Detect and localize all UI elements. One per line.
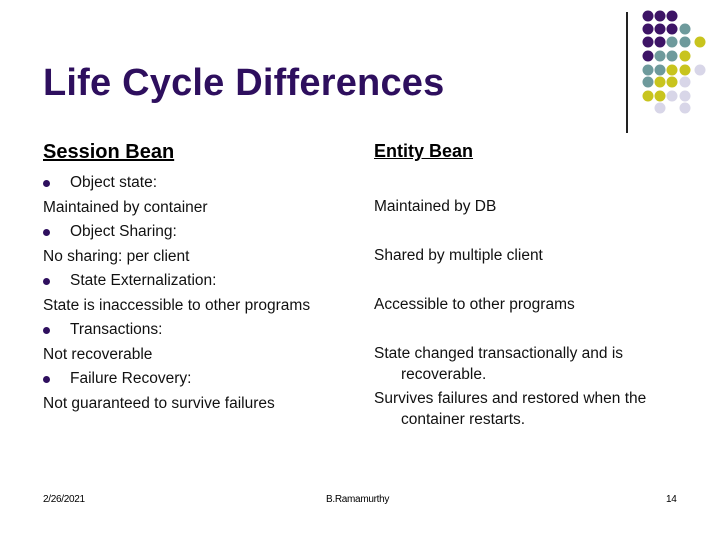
decorative-dot xyxy=(654,90,666,102)
decorative-dot xyxy=(642,36,654,48)
entity-bean-heading: Entity Bean xyxy=(374,141,474,161)
decorative-dot xyxy=(654,23,666,35)
decorative-dot xyxy=(666,23,678,35)
decorative-dot xyxy=(679,64,691,76)
decorative-dot xyxy=(694,36,706,48)
session-item-value: No sharing: per client xyxy=(43,247,190,265)
slide-title: Life Cycle Differences xyxy=(43,62,445,104)
bullet-icon xyxy=(43,180,50,187)
decorative-dot xyxy=(679,76,691,88)
session-bean-list: Object state: Maintained by container Ob… xyxy=(43,171,310,416)
decorative-dot xyxy=(642,50,654,62)
session-item-value: State is inaccessible to other programs xyxy=(43,296,311,314)
session-item-value: Not guaranteed to survive failures xyxy=(43,394,275,412)
entity-item: Shared by multiple client xyxy=(374,245,694,266)
entity-item-text: State changed transactionally and is xyxy=(374,345,624,362)
session-item-label: Object Sharing: xyxy=(43,220,310,245)
entity-item: Accessible to other programs xyxy=(374,294,694,315)
entity-item-text: Survives failures and restored when the xyxy=(374,390,647,407)
decorative-dot xyxy=(642,76,654,88)
decorative-dot xyxy=(642,23,654,35)
decorative-dot xyxy=(666,50,678,62)
bullet-icon xyxy=(43,278,50,285)
session-item-label: State Externalization: xyxy=(43,269,310,294)
decorative-dot xyxy=(679,23,691,35)
decorative-dot xyxy=(654,50,666,62)
decorative-dot xyxy=(654,102,666,114)
bullet-icon xyxy=(43,376,50,383)
decorative-dot xyxy=(654,64,666,76)
session-bean-heading: Session Bean xyxy=(43,141,175,163)
footer-author: B.Ramamurthy xyxy=(326,494,390,505)
session-item-label: Object state: xyxy=(43,171,310,196)
decorative-dot xyxy=(642,90,654,102)
decorative-dot xyxy=(654,76,666,88)
entity-item: Maintained by DB xyxy=(374,196,694,217)
decorative-dot xyxy=(679,102,691,114)
decorative-dot xyxy=(679,36,691,48)
decorative-dot xyxy=(679,90,691,102)
session-item-value: Not recoverable xyxy=(43,345,153,363)
decorative-dot xyxy=(666,64,678,76)
entity-item: Survives failures and restored when the … xyxy=(374,388,694,430)
decorative-dot xyxy=(694,64,706,76)
decorative-dot xyxy=(642,64,654,76)
bullet-icon xyxy=(43,229,50,236)
entity-item-continuation: container restarts. xyxy=(401,411,526,428)
decorative-dot xyxy=(666,10,678,22)
session-item-label: Transactions: xyxy=(43,318,310,343)
entity-item-text: Maintained by DB xyxy=(374,198,497,215)
decorative-dot xyxy=(666,76,678,88)
session-item-value: Maintained by container xyxy=(43,198,208,216)
decorative-dot xyxy=(654,36,666,48)
entity-item-text: Accessible to other programs xyxy=(374,296,575,313)
decorative-dot xyxy=(654,10,666,22)
footer-date: 2/26/2021 xyxy=(43,494,85,505)
bullet-icon xyxy=(43,327,50,334)
footer-page-number: 14 xyxy=(666,494,677,505)
decorative-dot xyxy=(666,90,678,102)
session-item-label: Failure Recovery: xyxy=(43,367,310,392)
entity-item: State changed transactionally and is rec… xyxy=(374,343,694,385)
decorative-dot xyxy=(679,50,691,62)
entity-item-continuation: recoverable. xyxy=(401,366,487,383)
entity-item-text: Shared by multiple client xyxy=(374,247,543,264)
decorative-dot xyxy=(642,10,654,22)
decorative-dot xyxy=(666,36,678,48)
